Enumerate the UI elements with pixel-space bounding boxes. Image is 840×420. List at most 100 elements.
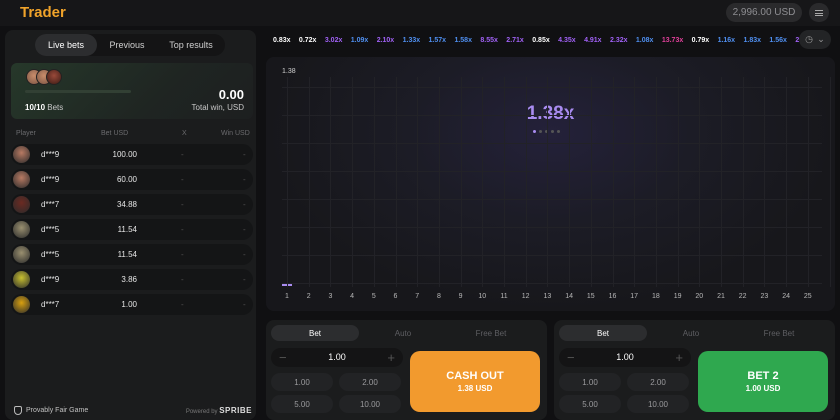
button-label: BET 2: [747, 370, 779, 382]
multiplier-history: 0.83x 0.72x 3.02x 1.09x 2.10x 1.33x 1.57x 1.58x…: [266, 30, 835, 50]
bet-row: d***9 100.00 - -: [11, 144, 253, 165]
history-multiplier[interactable]: 0.72x: [299, 37, 317, 44]
avatar-stack: [26, 69, 62, 85]
history-multiplier[interactable]: 13.73x: [662, 37, 683, 44]
history-multiplier[interactable]: 2.32x: [610, 37, 628, 44]
tab-bet[interactable]: Bet: [271, 325, 359, 341]
brand-label: SPRIBE: [219, 406, 252, 415]
quick-bet-button[interactable]: 1.00: [559, 373, 621, 391]
avatar: [13, 246, 30, 263]
bet-amount: 11.54: [117, 225, 137, 234]
bet-amount: 1.00: [121, 300, 137, 309]
grid-line: [282, 143, 822, 144]
y-axis-value: 1.38: [282, 68, 296, 75]
x-axis-label: 21: [717, 293, 725, 300]
history-multiplier[interactable]: 8.55x: [480, 37, 498, 44]
tab-top-results[interactable]: Top results: [157, 34, 225, 56]
tab-free-bet[interactable]: Free Bet: [735, 325, 823, 341]
x-axis-label: 16: [608, 293, 617, 300]
menu-button[interactable]: [809, 3, 829, 22]
cashout-multiplier: -: [181, 175, 184, 184]
history-multiplier[interactable]: 0.83x: [273, 37, 291, 44]
plus-icon[interactable]: +: [675, 350, 683, 365]
bet-button[interactable]: BET 2 1.00 USD: [698, 351, 828, 412]
x-axis-label: 13: [543, 293, 552, 300]
tab-auto[interactable]: Auto: [647, 325, 735, 341]
history-toggle-button[interactable]: ◷ ⌄: [799, 30, 831, 49]
x-axis-label: 20: [695, 293, 704, 300]
quick-bet-button[interactable]: 2.00: [627, 373, 689, 391]
x-axis-label: 18: [651, 293, 660, 300]
tab-free-bet[interactable]: Free Bet: [447, 325, 535, 341]
quick-bet-button[interactable]: 5.00: [559, 395, 621, 413]
cashout-multiplier: -: [181, 150, 184, 159]
grid-line: [282, 227, 822, 228]
tab-previous[interactable]: Previous: [97, 34, 157, 56]
quick-bet-button[interactable]: 2.00: [339, 373, 401, 391]
bet-panel-1: Bet Auto Free Bet − 1.00 + 1.00 2.00 5.0…: [266, 320, 547, 420]
bets-panel: Live bets Previous Top results 0.00 10/1…: [5, 30, 256, 420]
history-multiplier[interactable]: 1.08x: [636, 37, 654, 44]
bet-amount: 34.88: [116, 200, 137, 209]
x-axis-label: 12: [521, 293, 530, 300]
win-amount: -: [243, 250, 246, 259]
quick-bet-button[interactable]: 1.00: [271, 373, 333, 391]
history-multiplier[interactable]: 3.02x: [325, 37, 343, 44]
bet-panel-1-tabs: Bet Auto Free Bet: [271, 325, 535, 341]
history-multiplier[interactable]: 0.79x: [692, 37, 710, 44]
history-multiplier[interactable]: 2.71x: [506, 37, 524, 44]
bets-count: 10/10 Bets: [25, 103, 63, 112]
bet-amount-stepper[interactable]: − 1.00 +: [559, 348, 691, 367]
history-multiplier[interactable]: 2.10x: [377, 37, 395, 44]
bets-progress-bar: [25, 90, 131, 93]
avatar: [13, 146, 30, 163]
plus-icon[interactable]: +: [387, 350, 395, 365]
x-axis-label: 14: [565, 293, 573, 300]
history-multiplier[interactable]: 1.33x: [403, 37, 421, 44]
history-multiplier[interactable]: 4.35x: [558, 37, 576, 44]
bet-amount-stepper[interactable]: − 1.00 +: [271, 348, 403, 367]
provably-fair-link[interactable]: Provably Fair Game: [14, 406, 88, 415]
column-header-win: Win USD: [221, 130, 250, 137]
bet-panel-2-tabs: Bet Auto Free Bet: [559, 325, 823, 341]
x-axis-label: 15: [586, 293, 595, 300]
win-amount: -: [243, 175, 246, 184]
quick-bet-button[interactable]: 10.00: [339, 395, 401, 413]
bets-count-label: Bets: [47, 103, 64, 112]
history-clock-icon: ◷: [805, 34, 813, 44]
shield-check-icon: [14, 406, 22, 415]
history-multiplier[interactable]: 1.83x: [743, 37, 761, 44]
player-name: d***7: [41, 200, 60, 209]
avatar: [46, 69, 62, 85]
cash-out-button[interactable]: CASH OUT 1.38 USD: [410, 351, 540, 412]
powered-by: Powered by SPRIBE: [186, 406, 252, 415]
history-multiplier[interactable]: 0.85x: [532, 37, 550, 44]
balance-display: 2,996.00 USD: [726, 3, 802, 22]
progress-dot: [551, 130, 554, 133]
bet-amount: 60.00: [116, 175, 137, 184]
player-name: d***5: [41, 250, 60, 259]
history-multiplier[interactable]: 1.16x: [718, 37, 736, 44]
tab-auto[interactable]: Auto: [359, 325, 447, 341]
x-axis-label: 6: [393, 293, 398, 300]
grid-line: [282, 199, 822, 200]
x-axis-label: 3: [328, 293, 333, 300]
x-axis-label: 4: [350, 293, 355, 300]
history-multiplier[interactable]: 1.58x: [454, 37, 472, 44]
win-amount: -: [243, 200, 246, 209]
history-list: 0.83x 0.72x 3.02x 1.09x 2.10x 1.33x 1.57x 1.58x…: [266, 37, 821, 44]
quick-bet-button[interactable]: 10.00: [627, 395, 689, 413]
win-amount: -: [243, 150, 246, 159]
win-amount: -: [243, 275, 246, 284]
progress-dot: [533, 130, 536, 133]
column-header-bet: Bet USD: [101, 130, 129, 137]
history-multiplier[interactable]: 4.91x: [584, 37, 602, 44]
bet-amount-value: 1.00: [328, 352, 346, 362]
bet-amount: 11.54: [117, 250, 137, 259]
tab-bet[interactable]: Bet: [559, 325, 647, 341]
tab-live-bets[interactable]: Live bets: [35, 34, 97, 56]
quick-bet-button[interactable]: 5.00: [271, 395, 333, 413]
history-multiplier[interactable]: 1.57x: [429, 37, 447, 44]
history-multiplier[interactable]: 1.56x: [769, 37, 787, 44]
history-multiplier[interactable]: 1.09x: [351, 37, 369, 44]
